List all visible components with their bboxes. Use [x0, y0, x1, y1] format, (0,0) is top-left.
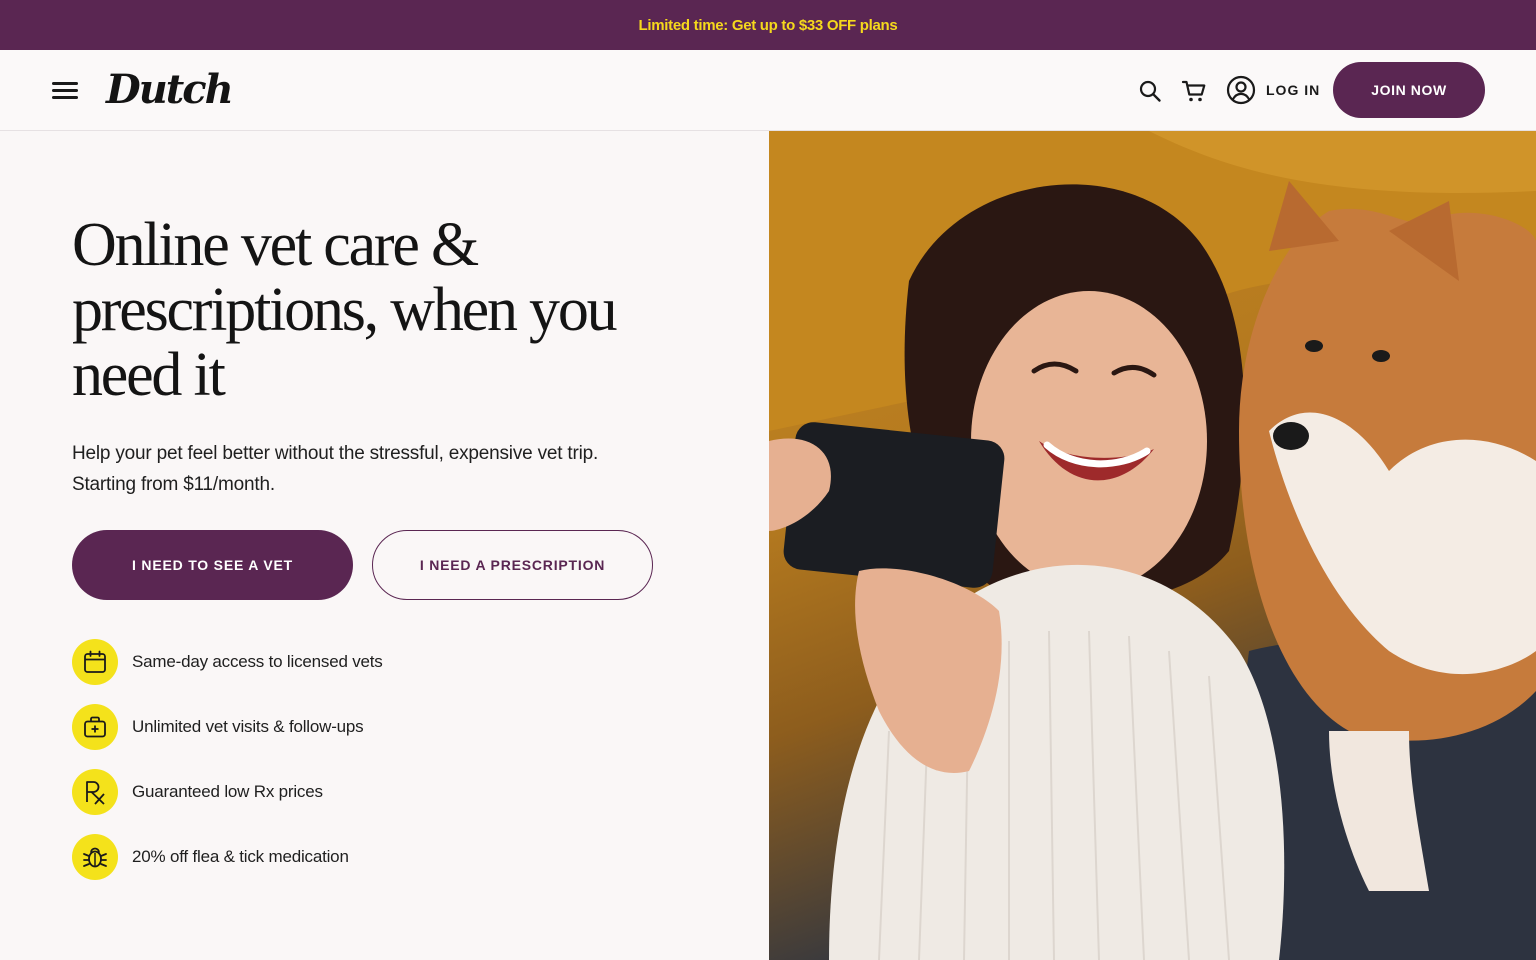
- feature-label: 20% off flea & tick medication: [132, 847, 349, 866]
- hero-subtitle-line1: Help your pet feel better without the st…: [72, 443, 599, 464]
- account-icon[interactable]: [1226, 75, 1256, 105]
- feature-label: Same-day access to licensed vets: [132, 652, 383, 671]
- menu-icon[interactable]: [52, 82, 78, 100]
- hero-title: Online vet care & prescriptions, when yo…: [72, 211, 618, 409]
- hero-subtitle: Help your pet feel better without the st…: [72, 438, 712, 500]
- calendar-icon: [72, 639, 118, 685]
- feature-item-rx-prices: Guaranteed low Rx prices: [72, 769, 323, 815]
- login-link[interactable]: LOG IN: [1266, 82, 1320, 98]
- feature-item-same-day: Same-day access to licensed vets: [72, 639, 383, 685]
- feature-label: Guaranteed low Rx prices: [132, 782, 323, 801]
- bug-icon: [72, 834, 118, 880]
- promo-banner[interactable]: Limited time: Get up to $33 OFF plans: [0, 0, 1536, 50]
- join-now-button[interactable]: JOIN NOW: [1333, 62, 1485, 118]
- cart-icon[interactable]: [1180, 77, 1208, 105]
- feature-item-unlimited-visits: Unlimited vet visits & follow-ups: [72, 704, 364, 750]
- hero-photo: [769, 131, 1536, 960]
- search-icon[interactable]: [1136, 77, 1164, 105]
- hero-photo-illustration: [769, 131, 1536, 960]
- medical-kit-icon: [72, 704, 118, 750]
- logo[interactable]: Dutch: [106, 66, 234, 113]
- prescription-button[interactable]: I NEED A PRESCRIPTION: [372, 530, 653, 600]
- promo-text[interactable]: Limited time: Get up to $33 OFF plans: [639, 17, 898, 34]
- see-vet-button[interactable]: I NEED TO SEE A VET: [72, 530, 353, 600]
- feature-item-flea-tick: 20% off flea & tick medication: [72, 834, 349, 880]
- rx-icon: [72, 769, 118, 815]
- feature-label: Unlimited vet visits & follow-ups: [132, 717, 364, 736]
- hero-subtitle-line2: Starting from $11/month.: [72, 474, 275, 495]
